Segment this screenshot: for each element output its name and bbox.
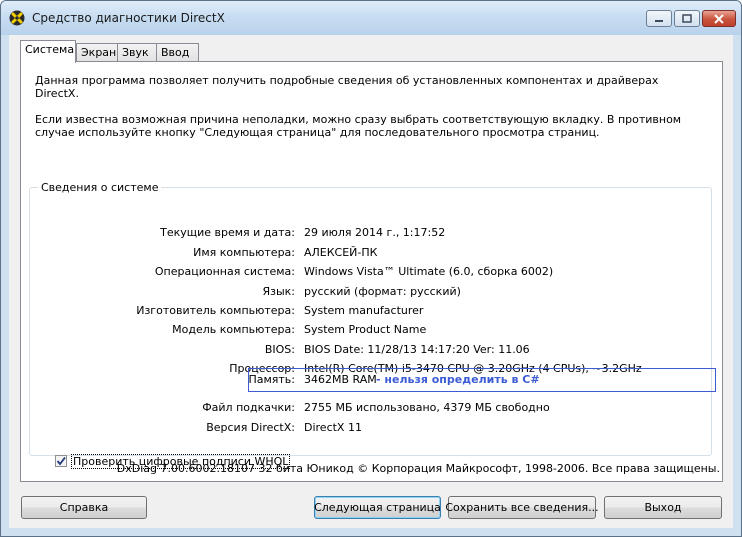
tab-system[interactable]: Система: [20, 40, 76, 63]
info-value: System Product Name: [304, 323, 427, 336]
info-value: Windows Vista™ Ultimate (6.0, сборка 600…: [304, 265, 554, 278]
checkmark-icon: [56, 456, 66, 466]
info-value: DirectX 11: [304, 421, 362, 434]
info-label: Текущие время и дата:: [160, 226, 295, 239]
minimize-icon: [655, 19, 663, 22]
info-label: Версия DirectX:: [206, 421, 295, 434]
window-title: Средство диагностики DirectX: [32, 11, 225, 25]
intro-hint-text: Если известна возможная причина неполадк…: [35, 113, 682, 139]
info-value: русский (формат: русский): [304, 285, 461, 298]
help-button[interactable]: Справка: [21, 496, 147, 519]
info-label: Модель компьютера:: [172, 323, 295, 336]
info-value: 29 июля 2014 г., 1:17:52: [304, 226, 446, 239]
intro-text: Данная программа позволяет получить подр…: [35, 74, 659, 100]
exit-button[interactable]: Выход: [604, 496, 722, 519]
info-label: Память:: [248, 373, 295, 386]
info-value: 3462MB RAM: [304, 373, 377, 386]
info-label: Изготовитель компьютера:: [136, 304, 295, 317]
info-value: АЛЕКСЕЙ-ПК: [304, 246, 378, 259]
directx-app-icon: [9, 10, 25, 26]
info-label: Имя компьютера:: [193, 246, 295, 259]
tab-input[interactable]: Ввод: [156, 43, 199, 61]
title-bar[interactable]: Средство диагностики DirectX: [1, 1, 741, 35]
copyright-footer: DxDiag 7.00.6002.18107 32 бита Юникод © …: [116, 462, 720, 475]
info-label: BIOS:: [264, 343, 295, 356]
group-title: Сведения о системе: [38, 181, 162, 194]
close-icon: [714, 13, 724, 24]
tab-sound[interactable]: Звук: [117, 43, 157, 61]
save-all-info-button[interactable]: Сохранить все сведения...: [445, 496, 599, 519]
dxdiag-window: Средство диагностики DirectX Система Экр…: [0, 0, 742, 537]
maximize-button[interactable]: [674, 10, 700, 27]
info-value: BIOS Date: 11/28/13 14:17:20 Ver: 11.06: [304, 343, 530, 356]
system-tab-panel: Данная программа позволяет получить подр…: [20, 61, 723, 482]
next-page-button[interactable]: Следующая страница: [314, 496, 441, 519]
info-value: System manufacturer: [304, 304, 424, 317]
client-area: Система Экран Звук Ввод Данная программа…: [9, 35, 733, 528]
info-label: Язык:: [262, 285, 295, 298]
tab-display[interactable]: Экран: [76, 43, 118, 61]
whql-checkbox[interactable]: [55, 455, 67, 467]
minimize-button[interactable]: [646, 10, 672, 27]
info-value: 2755 МБ использовано, 4379 МБ свободно: [304, 401, 550, 414]
maximize-icon: [682, 14, 692, 23]
info-label: Операционная система:: [154, 265, 295, 278]
info-label: Файл подкачки:: [202, 401, 295, 414]
close-button[interactable]: [702, 10, 736, 27]
memory-annotation: - нельзя определить в С#: [376, 373, 540, 386]
